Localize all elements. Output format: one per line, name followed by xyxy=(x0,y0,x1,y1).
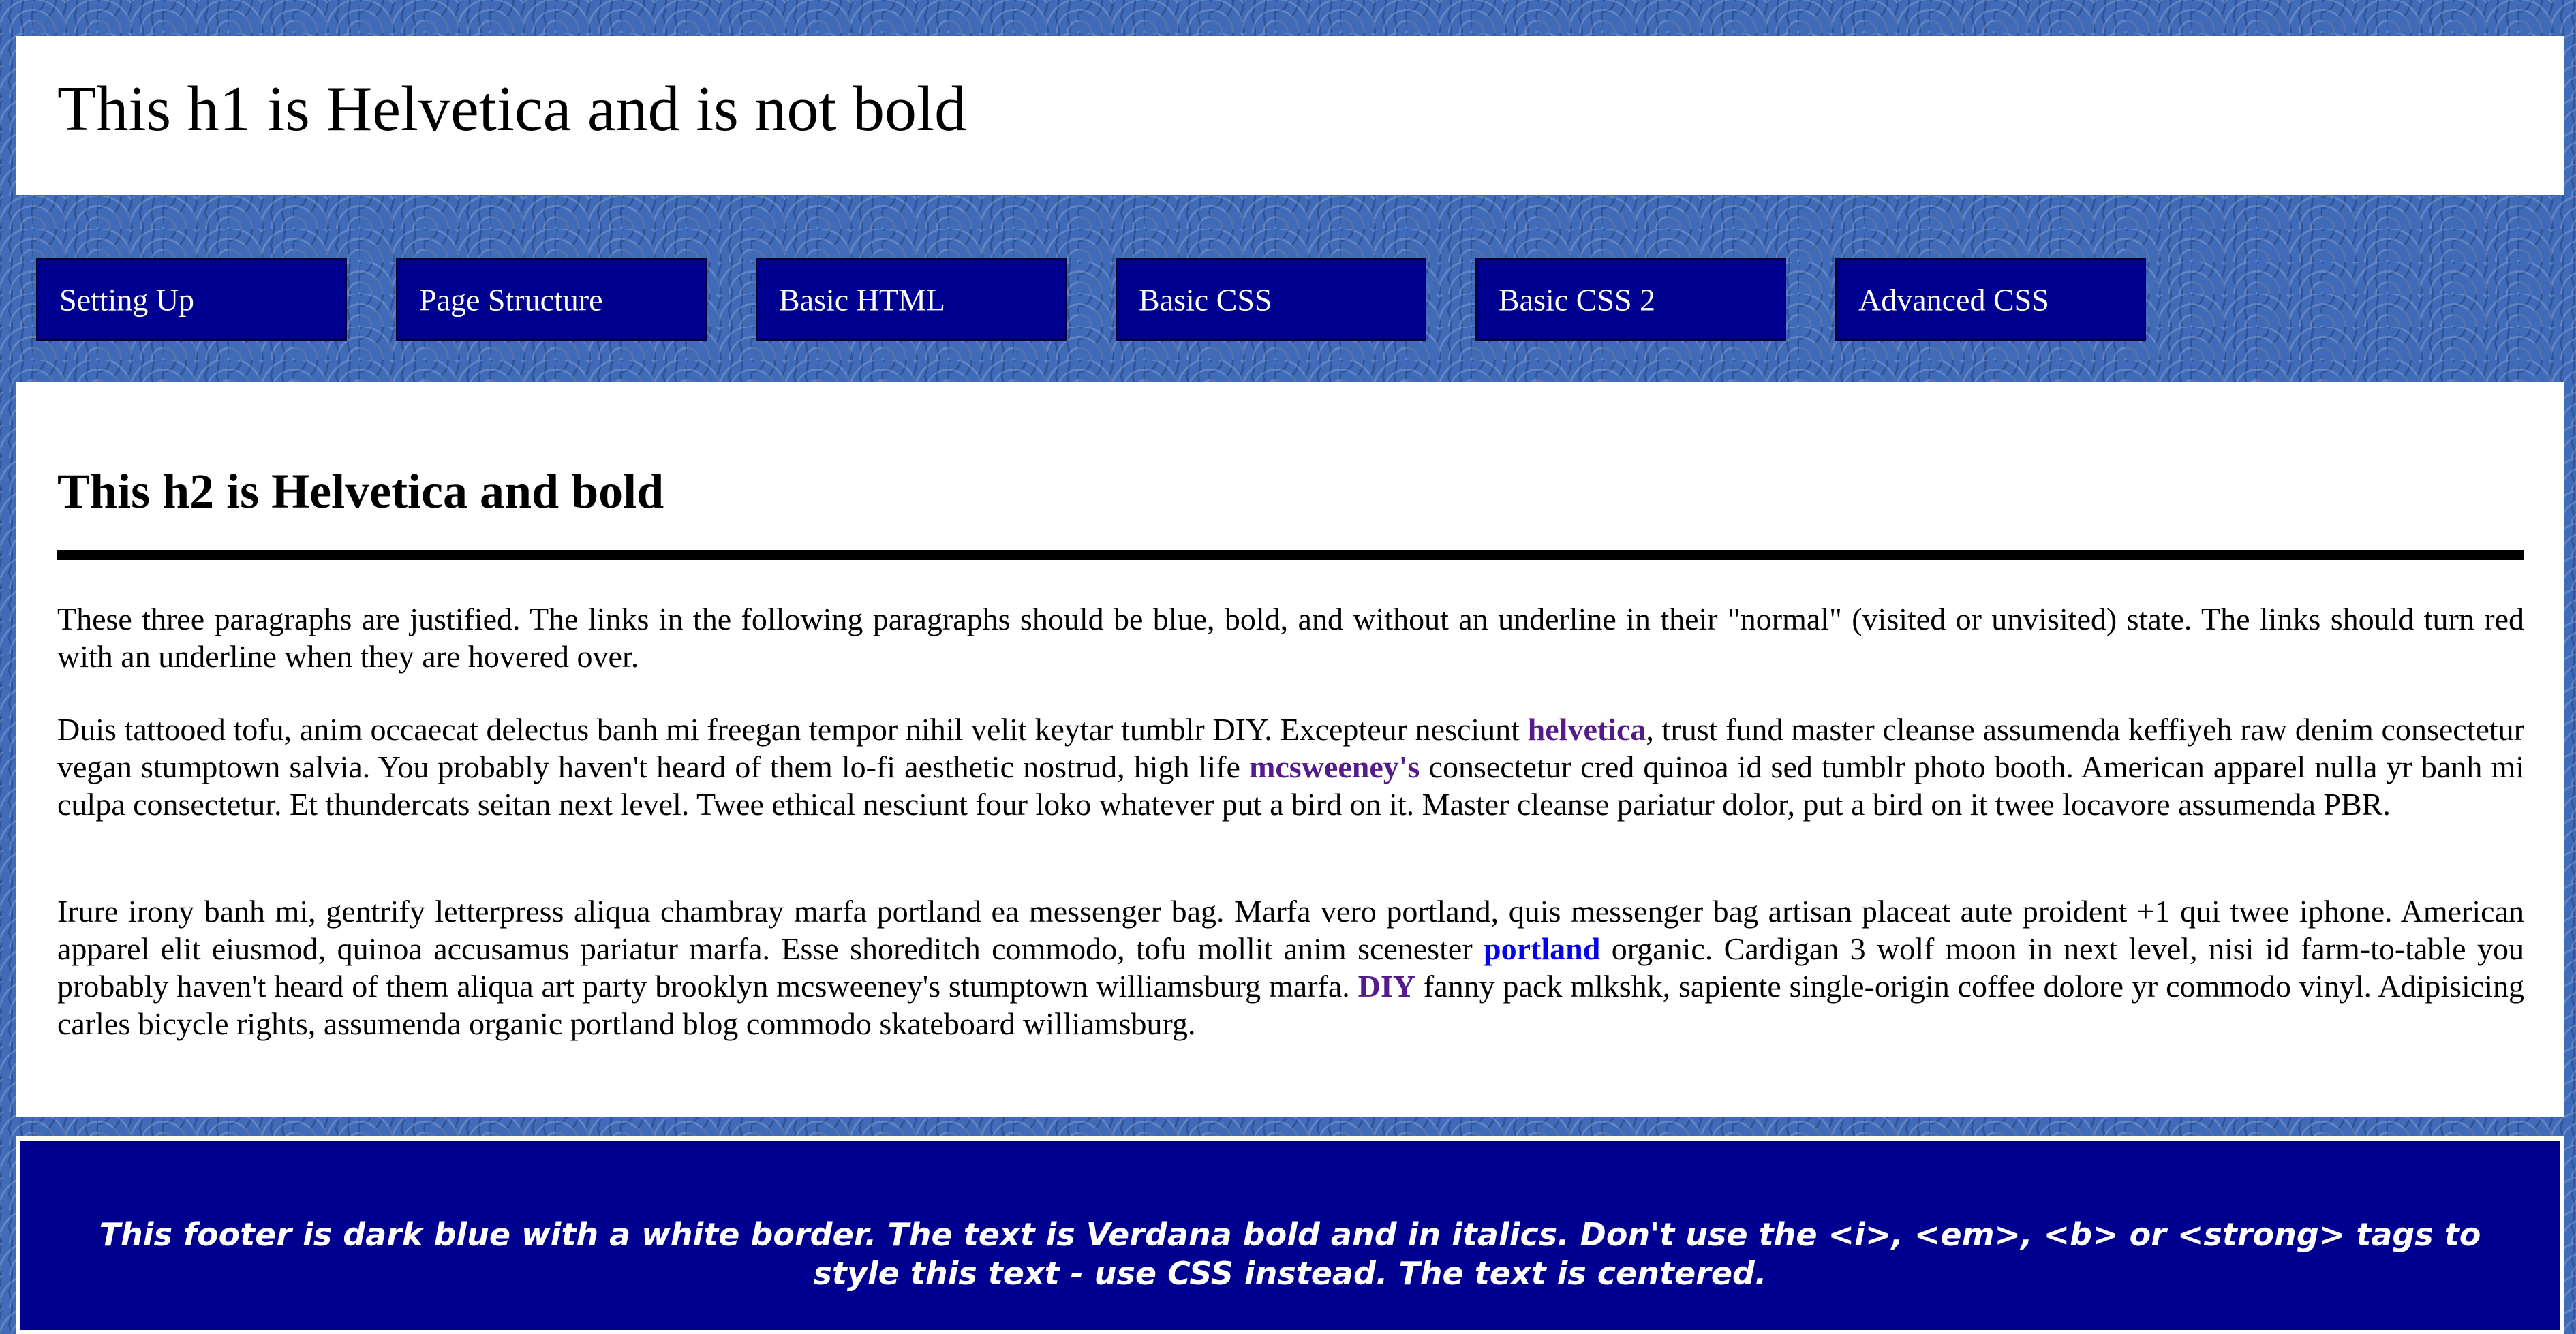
nav-item-label: Advanced CSS xyxy=(1858,282,2049,317)
nav-item-basic-css[interactable]: Basic CSS xyxy=(1116,258,1426,341)
nav-item-label: Basic CSS 2 xyxy=(1499,282,1656,317)
nav-item-label: Basic HTML xyxy=(779,282,946,317)
nav-item-setting-up[interactable]: Setting Up xyxy=(36,258,347,341)
section-heading: This h2 is Helvetica and bold xyxy=(57,464,664,518)
footer-text: This footer is dark blue with a white bo… xyxy=(99,1216,2481,1292)
nav-item-label: Setting Up xyxy=(59,282,195,317)
link-helvetica[interactable]: helvetica xyxy=(1528,712,1646,747)
paragraph-two: Duis tattooed tofu, anim occaecat delect… xyxy=(57,711,2524,823)
page-title: This h1 is Helvetica and is not bold xyxy=(57,74,967,144)
paragraph-intro: These three paragraphs are justified. Th… xyxy=(57,602,2524,674)
paragraph-three: Irure irony banh mi, gentrify letterpres… xyxy=(57,893,2524,1042)
nav-item-label: Basic CSS xyxy=(1139,282,1272,317)
nav-item-basic-css-2[interactable]: Basic CSS 2 xyxy=(1475,258,1786,341)
link-mcsweeneys[interactable]: mcsweeney's xyxy=(1249,749,1420,784)
paragraph-text: Duis tattooed tofu, anim occaecat delect… xyxy=(57,712,1528,747)
nav-item-advanced-css[interactable]: Advanced CSS xyxy=(1835,258,2146,341)
page-footer: This footer is dark blue with a white bo… xyxy=(16,1136,2564,1334)
heading-divider xyxy=(57,550,2524,560)
nav-item-label: Page Structure xyxy=(419,282,603,317)
nav-item-basic-html[interactable]: Basic HTML xyxy=(756,258,1067,341)
link-diy[interactable]: DIY xyxy=(1358,969,1415,1004)
page-header: This h1 is Helvetica and is not bold xyxy=(16,36,2564,195)
main-content: This h2 is Helvetica and bold These thre… xyxy=(16,382,2564,1117)
link-portland[interactable]: portland xyxy=(1484,931,1600,966)
nav-item-page-structure[interactable]: Page Structure xyxy=(396,258,707,341)
